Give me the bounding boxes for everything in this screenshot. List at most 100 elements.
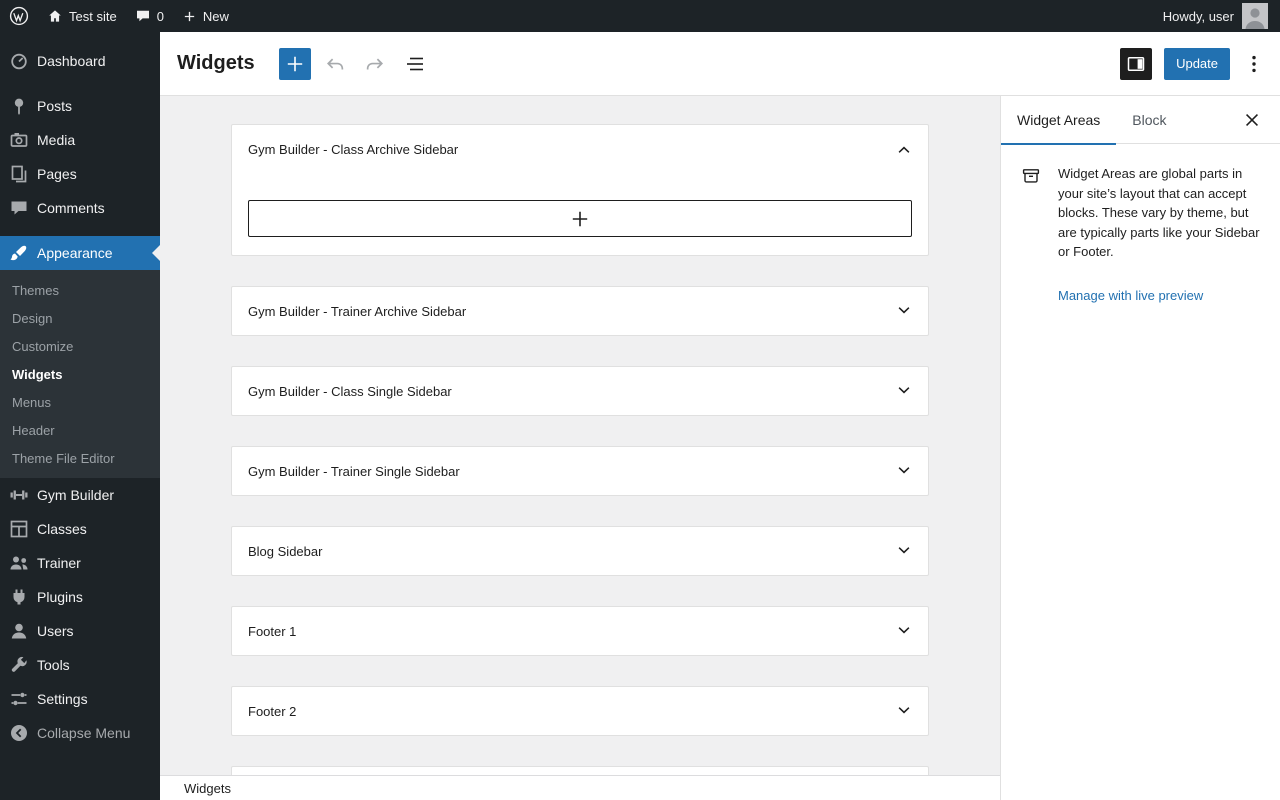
- list-view-button[interactable]: [399, 48, 431, 80]
- widget-area-title: Gym Builder - Class Archive Sidebar: [248, 141, 459, 157]
- options-menu-button[interactable]: [1242, 48, 1266, 80]
- tab-widget-areas[interactable]: Widget Areas: [1001, 96, 1117, 145]
- submenu-item-header[interactable]: Header: [0, 416, 160, 444]
- dashboard-icon: [9, 51, 29, 71]
- sidebar-item-media[interactable]: Media: [0, 123, 160, 157]
- sidebar-item-label: Classes: [37, 521, 87, 537]
- sidebar-item-pages[interactable]: Pages: [0, 157, 160, 191]
- dumbbell-icon: [9, 485, 29, 505]
- sidebar-item-dashboard[interactable]: Dashboard: [0, 44, 160, 78]
- widget-area-toggle[interactable]: Footer 1: [232, 607, 928, 655]
- submenu-label: Customize: [12, 338, 74, 354]
- menu-separator: [0, 78, 160, 89]
- page-title: Widgets: [177, 52, 255, 74]
- camera-icon: [9, 130, 29, 150]
- widget-area-title: Footer 2: [248, 703, 297, 719]
- collapse-menu-button[interactable]: Collapse Menu: [0, 716, 160, 750]
- sidebar-item-label: Trainer: [37, 555, 81, 571]
- widget-areas-canvas: Gym Builder - Class Archive Sidebar Gym …: [160, 96, 1000, 800]
- sidebar-item-trainer[interactable]: Trainer: [0, 546, 160, 580]
- submenu-item-widgets[interactable]: Widgets: [0, 360, 160, 388]
- settings-sidebar-toggle[interactable]: [1120, 47, 1153, 80]
- site-name-link[interactable]: Test site: [38, 0, 126, 32]
- widget-area-panel-footer-1: Footer 1: [231, 606, 929, 656]
- chevron-up-icon: [892, 137, 916, 161]
- sidebar-item-label: Collapse Menu: [37, 725, 131, 741]
- sidebar-item-classes[interactable]: Classes: [0, 512, 160, 546]
- widget-area-toggle[interactable]: Gym Builder - Trainer Single Sidebar: [232, 447, 928, 495]
- sidebar-item-label: Tools: [37, 657, 70, 673]
- close-settings-button[interactable]: [1236, 104, 1268, 136]
- submenu-item-themes[interactable]: Themes: [0, 276, 160, 304]
- widget-area-title: Footer 1: [248, 623, 297, 639]
- block-inserter-button[interactable]: [278, 47, 311, 80]
- widget-area-panel-trainer-archive: Gym Builder - Trainer Archive Sidebar: [231, 286, 929, 336]
- widget-area-panel-class-archive: Gym Builder - Class Archive Sidebar: [231, 124, 929, 256]
- submenu-item-design[interactable]: Design: [0, 304, 160, 332]
- sidebar-item-appearance[interactable]: Appearance: [0, 236, 160, 270]
- site-name-label: Test site: [69, 8, 117, 24]
- sidebar-item-plugins[interactable]: Plugins: [0, 580, 160, 614]
- submenu-item-menus[interactable]: Menus: [0, 388, 160, 416]
- widget-archive-icon: [1021, 166, 1041, 186]
- submenu-label: Menus: [12, 394, 52, 410]
- widget-area-toggle[interactable]: Gym Builder - Class Single Sidebar: [232, 367, 928, 415]
- comments-link[interactable]: 0: [126, 0, 173, 32]
- widget-area-panel-blog-sidebar: Blog Sidebar: [231, 526, 929, 576]
- submenu-item-customize[interactable]: Customize: [0, 332, 160, 360]
- new-label: New: [202, 8, 229, 24]
- widget-area-title: Gym Builder - Trainer Archive Sidebar: [248, 303, 467, 319]
- ellipsis-icon: [1242, 52, 1266, 76]
- widget-area-panel-class-single: Gym Builder - Class Single Sidebar: [231, 366, 929, 416]
- sidebar-item-label: Appearance: [37, 245, 113, 261]
- breadcrumb[interactable]: Widgets: [184, 781, 231, 796]
- sliders-icon: [9, 689, 29, 709]
- widget-area-toggle[interactable]: Gym Builder - Class Archive Sidebar: [232, 125, 928, 173]
- widget-area-toggle[interactable]: Gym Builder - Trainer Archive Sidebar: [232, 287, 928, 335]
- editor-footer: Widgets: [160, 775, 1000, 800]
- widget-areas-description: Widget Areas are global parts in your si…: [1058, 166, 1260, 259]
- sidebar-item-label: Posts: [37, 98, 73, 114]
- description-row: Widget Areas are global parts in your si…: [1021, 164, 1262, 262]
- tab-block[interactable]: Block: [1116, 96, 1182, 144]
- chevron-down-icon: [892, 539, 916, 563]
- pages-icon: [9, 164, 29, 184]
- widget-area-title: Gym Builder - Trainer Single Sidebar: [248, 463, 460, 479]
- avatar[interactable]: [1242, 3, 1268, 29]
- sidebar-item-label: Gym Builder: [37, 487, 115, 503]
- widget-area-toggle[interactable]: Footer 2: [232, 687, 928, 735]
- sidebar-item-tools[interactable]: Tools: [0, 648, 160, 682]
- widget-area-body: [232, 173, 928, 255]
- header-right-group: Update: [1120, 47, 1266, 80]
- sidebar-item-settings[interactable]: Settings: [0, 682, 160, 716]
- admin-sidebar: Dashboard Posts Media Pages Comments App…: [0, 32, 160, 800]
- widget-area-toggle[interactable]: Blog Sidebar: [232, 527, 928, 575]
- sidebar-item-label: Dashboard: [37, 53, 106, 69]
- redo-button[interactable]: [359, 48, 391, 80]
- sidebar-item-users[interactable]: Users: [0, 614, 160, 648]
- sidebar-item-comments[interactable]: Comments: [0, 191, 160, 225]
- howdy-label[interactable]: Howdy, user: [1163, 9, 1234, 24]
- plus-icon: [182, 9, 197, 24]
- submenu-label: Header: [12, 422, 55, 438]
- sidebar-item-label: Plugins: [37, 589, 83, 605]
- editor-header: Widgets Update: [160, 32, 1280, 96]
- undo-button[interactable]: [319, 48, 351, 80]
- widget-area-title: Blog Sidebar: [248, 543, 323, 559]
- collapse-arrow-icon: [9, 723, 29, 743]
- menu-separator: [0, 225, 160, 236]
- wordpress-logo-icon: [9, 6, 29, 26]
- chevron-down-icon: [892, 459, 916, 483]
- manage-live-preview-link[interactable]: Manage with live preview: [1058, 288, 1203, 303]
- add-block-button[interactable]: [248, 200, 912, 237]
- wordpress-logo[interactable]: [0, 0, 38, 32]
- new-content-link[interactable]: New: [173, 0, 238, 32]
- chevron-down-icon: [892, 379, 916, 403]
- sidebar-item-posts[interactable]: Posts: [0, 89, 160, 123]
- submenu-label: Themes: [12, 282, 59, 298]
- widget-area-title: Gym Builder - Class Single Sidebar: [248, 383, 452, 399]
- sidebar-item-gym-builder[interactable]: Gym Builder: [0, 478, 160, 512]
- update-button[interactable]: Update: [1164, 47, 1230, 80]
- submenu-item-theme-file-editor[interactable]: Theme File Editor: [0, 444, 160, 472]
- sidebar-item-label: Comments: [37, 200, 105, 216]
